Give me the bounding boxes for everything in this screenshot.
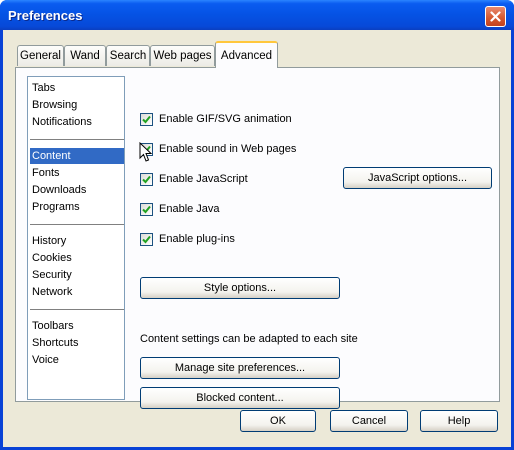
checkbox-java[interactable]: Enable Java xyxy=(140,202,220,216)
checkbox-box[interactable] xyxy=(140,232,153,246)
title-bar[interactable]: Preferences xyxy=(0,0,514,30)
checkmark-icon xyxy=(142,115,151,123)
sidebar-item-notifications[interactable]: Notifications xyxy=(30,114,124,130)
mouse-pointer-icon xyxy=(139,142,153,162)
tab-label: Wand xyxy=(70,50,100,62)
javascript-options-button[interactable]: JavaScript options... xyxy=(343,167,492,189)
list-divider xyxy=(30,309,124,310)
site-settings-info-text: Content settings can be adapted to each … xyxy=(140,333,358,345)
manage-site-preferences-button[interactable]: Manage site preferences... xyxy=(140,357,340,379)
sidebar-item-tabs[interactable]: Tabs xyxy=(30,80,124,96)
checkmark-icon xyxy=(142,235,151,243)
checkbox-plugins[interactable]: Enable plug-ins xyxy=(140,232,235,246)
sidebar-item-history[interactable]: History xyxy=(30,233,124,249)
sidebar-item-content[interactable]: Content xyxy=(30,148,124,164)
style-options-button[interactable]: Style options... xyxy=(140,277,340,299)
sidebar-item-browsing[interactable]: Browsing xyxy=(30,97,124,113)
cancel-button[interactable]: Cancel xyxy=(330,410,408,432)
tab-advanced[interactable]: Advanced xyxy=(215,41,278,68)
sidebar-item-voice[interactable]: Voice xyxy=(30,352,124,368)
list-divider xyxy=(30,139,124,140)
checkbox-box[interactable] xyxy=(140,112,153,126)
list-divider xyxy=(30,224,124,225)
checkmark-icon xyxy=(142,175,151,183)
checkbox-javascript[interactable]: Enable JavaScript xyxy=(140,172,248,186)
tab-label: Search xyxy=(109,50,147,62)
checkbox-sound[interactable]: Enable sound in Web pages xyxy=(140,142,296,156)
checkbox-label: Enable plug-ins xyxy=(159,233,235,245)
tab-search[interactable]: Search xyxy=(106,45,150,66)
sidebar-item-fonts[interactable]: Fonts xyxy=(30,165,124,181)
sidebar-item-shortcuts[interactable]: Shortcuts xyxy=(30,335,124,351)
dialog-body: General Wand Search Web pages Advanced T… xyxy=(3,30,511,447)
sidebar-item-network[interactable]: Network xyxy=(30,284,124,300)
tab-label: General xyxy=(20,50,61,62)
checkbox-label: Enable sound in Web pages xyxy=(159,143,297,155)
close-icon xyxy=(490,11,501,22)
help-button[interactable]: Help xyxy=(420,410,498,432)
checkbox-gif-svg-animation[interactable]: Enable GIF/SVG animation xyxy=(140,112,292,126)
checkbox-label: Enable GIF/SVG animation xyxy=(159,113,292,125)
blocked-content-button[interactable]: Blocked content... xyxy=(140,387,340,409)
checkbox-box[interactable] xyxy=(140,202,153,216)
preferences-window: Preferences General Wand Search Web page… xyxy=(0,0,514,450)
ok-button[interactable]: OK xyxy=(240,410,316,432)
tab-wand[interactable]: Wand xyxy=(64,45,106,66)
sidebar-item-programs[interactable]: Programs xyxy=(30,199,124,215)
sidebar-item-security[interactable]: Security xyxy=(30,267,124,283)
checkmark-icon xyxy=(142,205,151,213)
tab-web-pages[interactable]: Web pages xyxy=(150,45,215,66)
tab-label: Web pages xyxy=(153,50,212,62)
sidebar-item-toolbars[interactable]: Toolbars xyxy=(30,318,124,334)
sidebar-item-downloads[interactable]: Downloads xyxy=(30,182,124,198)
sidebar-item-cookies[interactable]: Cookies xyxy=(30,250,124,266)
category-list[interactable]: Tabs Browsing Notifications Content Font… xyxy=(27,76,125,400)
tab-label: Advanced xyxy=(220,49,273,62)
window-title: Preferences xyxy=(8,8,83,23)
tab-general[interactable]: General xyxy=(17,45,64,66)
advanced-panel: Tabs Browsing Notifications Content Font… xyxy=(15,67,500,409)
checkbox-label: Enable JavaScript xyxy=(159,173,248,185)
close-button[interactable] xyxy=(485,6,506,27)
checkbox-label: Enable Java xyxy=(159,203,220,215)
checkbox-box[interactable] xyxy=(140,172,153,186)
